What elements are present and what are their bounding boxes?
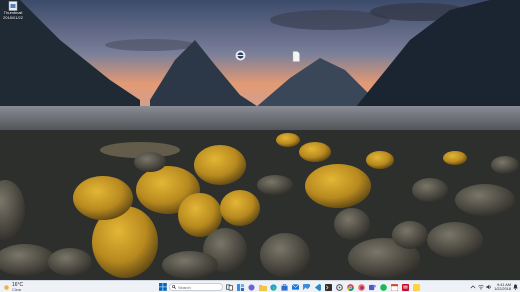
- news-icon[interactable]: [401, 283, 410, 292]
- mail-icon[interactable]: [291, 283, 300, 292]
- chevron-up-icon[interactable]: [470, 284, 476, 290]
- vscode-icon[interactable]: [313, 283, 322, 292]
- clock-date: 1/22/2018: [494, 287, 511, 291]
- widgets-icon[interactable]: [236, 283, 245, 292]
- document-icon: [292, 51, 300, 62]
- windows-start-icon[interactable]: [158, 283, 167, 292]
- taskbar-search[interactable]: Search: [169, 283, 223, 291]
- calendar-icon[interactable]: [390, 283, 399, 292]
- volume-icon[interactable]: [486, 284, 492, 290]
- teams-icon[interactable]: [368, 283, 377, 292]
- settings-icon[interactable]: [335, 283, 344, 292]
- edge-icon[interactable]: [269, 283, 278, 292]
- taskbar: 16°C Clear Search 9:41 AM 1/22/2018: [0, 280, 520, 292]
- desktop-item-document[interactable]: [285, 51, 307, 62]
- spotify-icon[interactable]: [379, 283, 388, 292]
- terminal-icon[interactable]: [324, 283, 333, 292]
- system-tray: 9:41 AM 1/22/2018: [470, 282, 518, 292]
- wallpaper-image: [0, 0, 520, 280]
- chrome-icon[interactable]: [346, 283, 355, 292]
- app-icon: [235, 50, 245, 61]
- desktop-item-sublabel: 2018/01/22: [2, 14, 24, 20]
- notes-icon[interactable]: [412, 283, 421, 292]
- store-icon[interactable]: [280, 283, 289, 292]
- desktop-item-app[interactable]: [229, 50, 251, 61]
- photos-icon[interactable]: [302, 283, 311, 292]
- weather-widget[interactable]: 16°C Clear: [3, 282, 23, 292]
- weather-condition: Clear: [12, 286, 22, 292]
- desktop-item-thumbnail[interactable]: Thumbnail 2018/01/22: [2, 1, 24, 20]
- chat-icon[interactable]: [247, 283, 256, 292]
- desktop: Thumbnail 2018/01/22 16°C Clear Search 9…: [0, 0, 520, 292]
- search-icon: [172, 285, 176, 289]
- firefox-icon[interactable]: [357, 283, 366, 292]
- notification-icon[interactable]: [513, 284, 518, 290]
- task-view-icon[interactable]: [225, 283, 234, 292]
- weather-icon: [4, 284, 9, 290]
- clock[interactable]: 9:41 AM 1/22/2018: [494, 283, 511, 291]
- file-explorer-icon[interactable]: [258, 283, 267, 292]
- taskbar-center: Search: [158, 282, 421, 292]
- wifi-icon[interactable]: [478, 284, 484, 290]
- search-placeholder: Search: [178, 284, 191, 290]
